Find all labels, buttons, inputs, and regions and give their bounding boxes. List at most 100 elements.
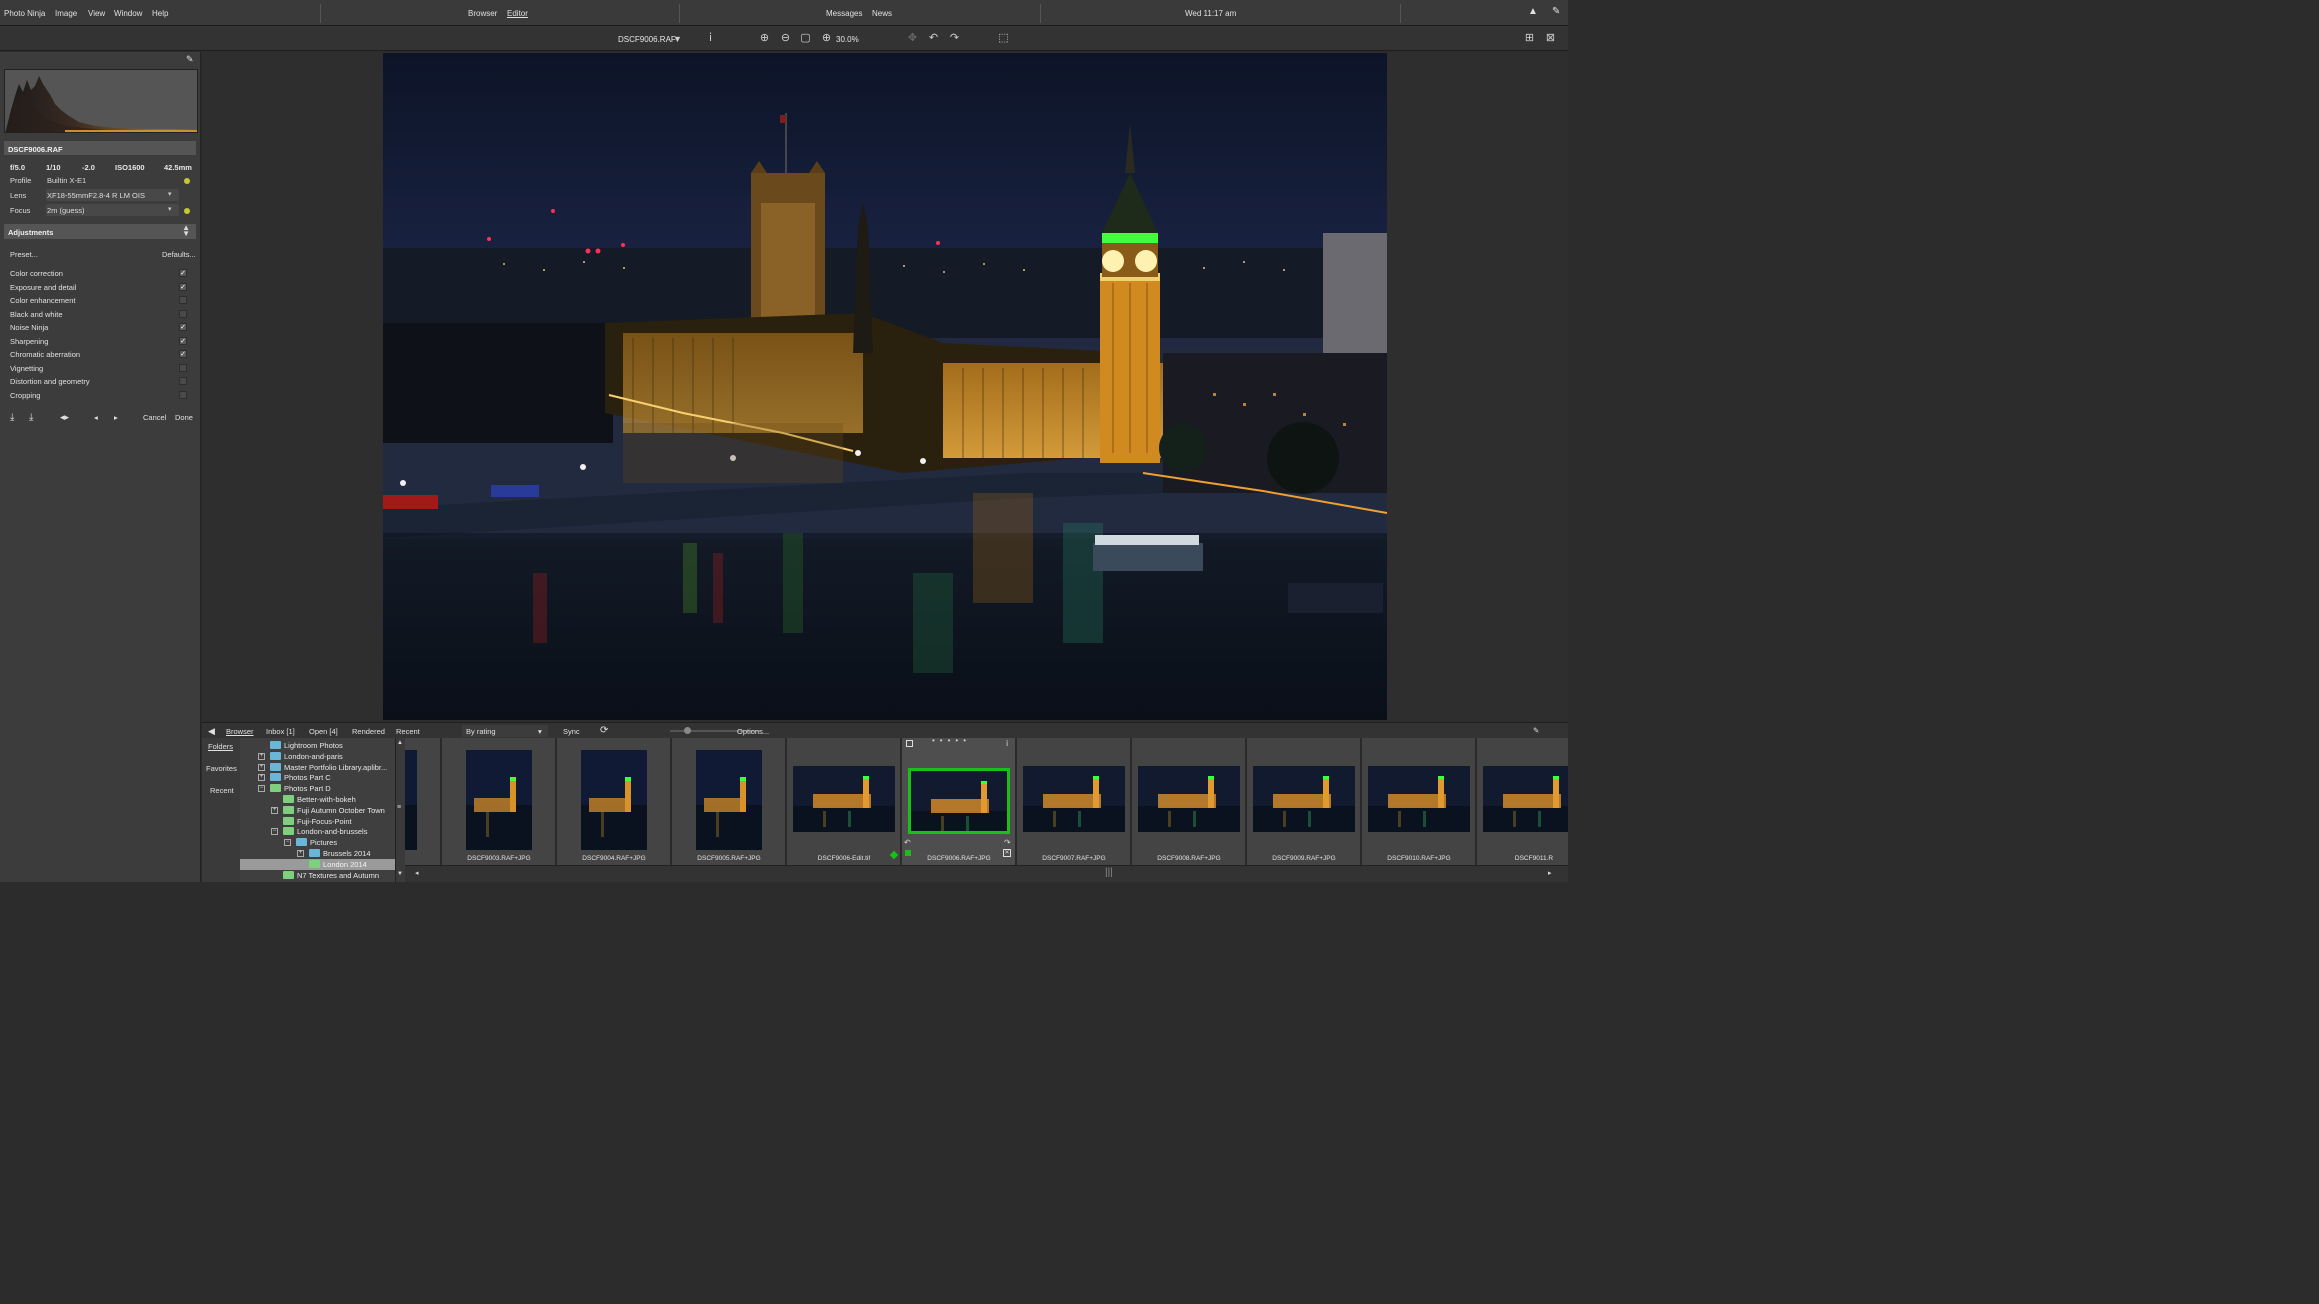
messages-link[interactable]: Messages [826, 9, 862, 18]
scroll-left-icon[interactable]: ◂ [415, 869, 419, 877]
menu-view[interactable]: View [88, 9, 105, 18]
tab-inbox[interactable]: Inbox [1] [266, 727, 295, 736]
folder-row[interactable]: +Fuji Autumn October Town [240, 805, 395, 816]
folder-row[interactable]: Fuji-Focus-Point [240, 816, 395, 827]
folder-row[interactable]: −London-and-brussels [240, 826, 395, 837]
thumbnail-image[interactable] [1368, 766, 1470, 832]
expand-icon[interactable]: + [258, 774, 265, 781]
sort-select[interactable]: By rating ▾ [462, 725, 548, 737]
rotate-right-icon[interactable]: ↷ [948, 32, 961, 45]
scroll-grip-icon[interactable]: ≡ [397, 804, 401, 811]
slider-handle[interactable] [684, 727, 691, 734]
folder-row[interactable]: +Master Portfolio Library.aplibr... [240, 762, 395, 773]
adjustment-row[interactable]: Color correction✓ [10, 268, 190, 280]
chevron-down-icon[interactable]: ▾ [538, 727, 542, 736]
expand-icon[interactable]: + [297, 850, 304, 857]
menu-image[interactable]: Image [55, 9, 77, 18]
rating-bar[interactable]: ••••• ⅰ [906, 740, 1012, 748]
folder-row[interactable]: +Brussels 2014 [240, 848, 395, 859]
info-icon[interactable]: ⅰ [704, 32, 717, 45]
expand-collapse-icon[interactable]: ▲▼ [182, 225, 190, 237]
adjustment-checkbox[interactable]: ✓ [179, 323, 187, 331]
adjustment-row[interactable]: Noise Ninja✓ [10, 322, 190, 334]
adjustment-row[interactable]: Cropping✓ [10, 390, 190, 402]
options-button[interactable]: Options... [737, 727, 769, 736]
next-icon[interactable]: ▸ [114, 413, 118, 422]
folder-row[interactable]: −Pictures [240, 837, 395, 848]
layout-icon[interactable]: ⊞ [1523, 32, 1536, 45]
adjustment-checkbox[interactable]: ✓ [179, 377, 187, 385]
tab-recent[interactable]: Recent [396, 727, 420, 736]
chevron-down-icon[interactable]: ▼ [671, 33, 684, 46]
scroll-down-icon[interactable]: ▼ [397, 871, 403, 877]
rotate-left-icon[interactable]: ↶ [904, 838, 911, 847]
fit-icon[interactable]: ▢ [799, 32, 812, 45]
select-box-icon[interactable] [906, 740, 913, 747]
done-button[interactable]: Done [175, 413, 193, 422]
crop-selection-icon[interactable]: ⬚ [997, 32, 1010, 45]
thumbnail-image[interactable] [1023, 766, 1125, 832]
thumbnail-image[interactable] [405, 750, 417, 850]
rating-dots-icon[interactable]: ••••• [932, 738, 971, 745]
scrollbar[interactable]: ▲ ≡ ▼ [395, 738, 405, 882]
thumbnail-image[interactable] [793, 766, 895, 832]
adjustment-row[interactable]: Distortion and geometry✓ [10, 376, 190, 388]
chevron-down-icon[interactable]: ▾ [168, 190, 172, 198]
adjustment-checkbox[interactable]: ✓ [179, 364, 187, 372]
zoom-in-icon[interactable]: ⊕ [758, 32, 771, 45]
horizontal-scrollbar[interactable]: ◂ ||| ▸ [405, 865, 1568, 882]
thumbnail-cell[interactable]: DSCF9003.RAF+JPG [442, 738, 556, 865]
move-icon[interactable]: ✥ [906, 32, 919, 45]
download-all-icon[interactable]: ⤓ [29, 412, 33, 423]
adjustment-row[interactable]: Chromatic aberration✓ [10, 349, 190, 361]
refresh-icon[interactable]: ⟳ [600, 725, 608, 736]
mode-editor[interactable]: Editor [507, 9, 528, 18]
tab-favorites[interactable]: Favorites [206, 764, 237, 773]
thumbnail-cell[interactable]: DSCF9006-Edit.tif [787, 738, 901, 865]
chevron-down-icon[interactable]: ▾ [168, 205, 172, 213]
thumbnail-image[interactable] [1483, 766, 1568, 832]
sync-button[interactable]: Sync [563, 727, 580, 736]
download-icon[interactable]: ⤓ [10, 412, 14, 423]
defaults-button[interactable]: Defaults... [162, 250, 196, 259]
close-view-icon[interactable]: ⊠ [1544, 32, 1557, 45]
file-selector[interactable]: DSCF9006.RAF [618, 35, 676, 44]
app-menu[interactable]: Photo Ninja [4, 9, 45, 18]
thumbnail-image[interactable] [1138, 766, 1240, 832]
menu-help[interactable]: Help [152, 9, 168, 18]
pin-icon[interactable]: ✎ [1552, 6, 1560, 17]
thumbnail-image[interactable] [1253, 766, 1355, 832]
thumbnail-cell[interactable]: •••••ⅰ↶↷✕DSCF9006.RAF+JPG [902, 738, 1016, 865]
scroll-grip-icon[interactable]: ||| [1105, 867, 1113, 878]
zoom-icon[interactable]: ⊕ [820, 32, 833, 45]
thumbnail-cell[interactable]: .RAF+JPG [405, 738, 441, 865]
tab-recent-folders[interactable]: Recent [210, 786, 234, 795]
expand-icon[interactable]: + [258, 753, 265, 760]
adjustment-checkbox[interactable]: ✓ [179, 283, 187, 291]
tab-open[interactable]: Open [4] [309, 727, 338, 736]
thumbnail-image[interactable] [581, 750, 647, 850]
pin-icon[interactable]: ✎ [1533, 726, 1539, 735]
scroll-right-icon[interactable]: ▸ [1548, 869, 1552, 877]
main-photo[interactable] [383, 53, 1387, 720]
rotate-right-icon[interactable]: ↷ [1004, 838, 1011, 847]
adjustments-header[interactable]: Adjustments ▲▼ [4, 224, 196, 239]
expand-icon[interactable]: + [258, 764, 265, 771]
adjustment-checkbox[interactable]: ✓ [179, 296, 187, 304]
thumbnail-cell[interactable]: DSCF9011.R [1477, 738, 1568, 865]
adjustment-row[interactable]: Exposure and detail✓ [10, 282, 190, 294]
collapse-icon[interactable]: − [258, 785, 265, 792]
tab-browser[interactable]: Browser [226, 727, 254, 736]
mode-browser[interactable]: Browser [468, 9, 497, 18]
thumbnail-image[interactable] [908, 768, 1010, 834]
collapse-up-icon[interactable]: ▲ [1528, 6, 1538, 17]
zoom-out-icon[interactable]: ⊖ [779, 32, 792, 45]
thumbnail-cell[interactable]: DSCF9005.RAF+JPG [672, 738, 786, 865]
pin-icon[interactable]: ✎ [186, 54, 194, 65]
thumbnail-cell[interactable]: DSCF9009.RAF+JPG [1247, 738, 1361, 865]
folder-row[interactable]: London 2014 [240, 859, 395, 870]
folder-row[interactable]: +London-and-paris [240, 751, 395, 762]
info-icon[interactable]: ⅰ [1006, 739, 1008, 748]
collapse-icon[interactable]: − [284, 839, 291, 846]
rotate-left-icon[interactable]: ↶ [927, 32, 940, 45]
